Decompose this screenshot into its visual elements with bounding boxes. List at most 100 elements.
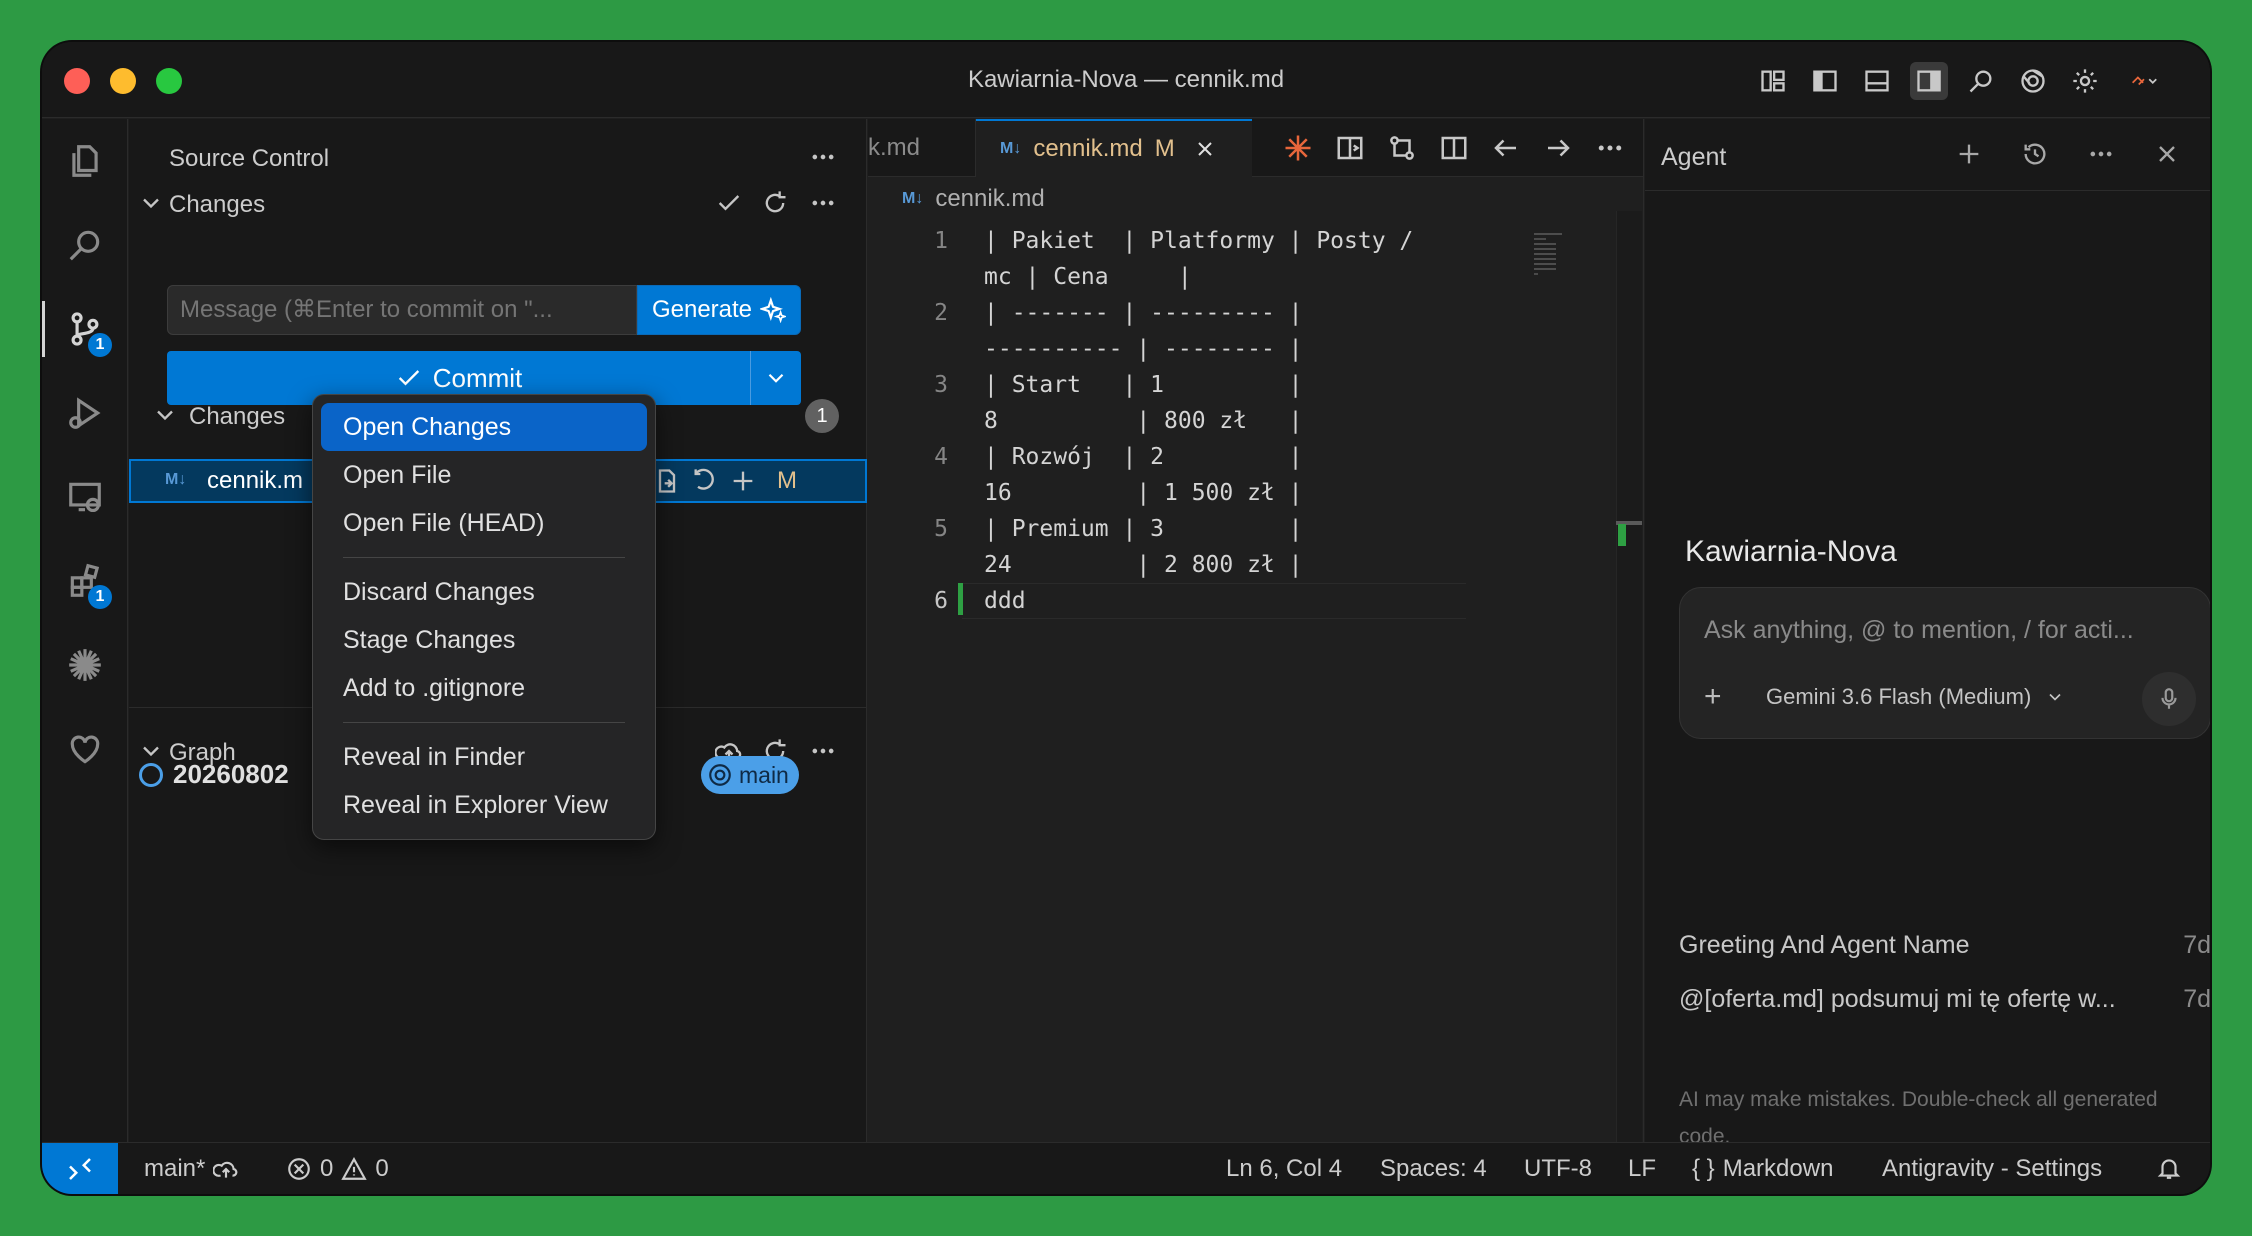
agent-input-box[interactable]: Ask anything, @ to mention, / for acti..… [1679, 587, 2210, 739]
breadcrumb-file[interactable]: cennik.md [935, 185, 1044, 213]
agent-header: Agent [1645, 119, 2210, 191]
add-context-plus-icon[interactable]: + [1704, 680, 1722, 714]
problems-indicator[interactable]: 0 0 [286, 1155, 389, 1183]
markdown-icon: M↓ [165, 471, 187, 488]
account-menu-icon[interactable] [2118, 62, 2170, 100]
tab-cennik-md[interactable]: M↓ cennik.md M [976, 119, 1252, 177]
sidebar-title: Source Control [169, 145, 330, 172]
chevron-down-icon[interactable] [133, 185, 169, 221]
menu-item-open-file-head[interactable]: Open File (HEAD) [321, 499, 647, 547]
language-mode[interactable]: { } Markdown [1692, 1155, 1833, 1183]
search-icon[interactable] [1962, 62, 2000, 100]
changes-group-label[interactable]: Changes [189, 403, 285, 431]
browser-icon[interactable] [2014, 62, 2052, 100]
stage-changes-icon[interactable] [725, 463, 761, 499]
more-actions-icon[interactable] [805, 139, 841, 175]
menu-separator [343, 557, 625, 558]
history-title: @[oferta.md] podsumuj mi tę ofertę w... [1679, 985, 2116, 1013]
close-icon[interactable] [1193, 137, 1217, 161]
microphone-icon [2161, 688, 2177, 709]
graph-more-icon[interactable] [805, 733, 841, 769]
history-item[interactable]: @[oferta.md] podsumuj mi tę ofertę w... … [1679, 985, 2210, 1014]
commit-check-icon[interactable] [711, 185, 747, 221]
commit-dropdown-button[interactable] [751, 351, 801, 405]
error-icon [288, 1158, 310, 1180]
error-count: 0 [320, 1155, 334, 1182]
open-preview-icon[interactable] [1331, 129, 1369, 167]
menu-item-stage-changes[interactable]: Stage Changes [321, 616, 647, 664]
sparkle-icon[interactable] [1279, 129, 1317, 167]
model-selector[interactable]: Gemini 3.6 Flash (Medium) [1766, 684, 2065, 710]
arrow-right-icon[interactable] [1539, 129, 1577, 167]
settings-gear-icon[interactable] [2066, 62, 2104, 100]
history-item[interactable]: Greeting And Agent Name 7d [1679, 931, 2210, 960]
microphone-button[interactable] [2142, 672, 2196, 726]
line-number: 3 [934, 372, 948, 398]
context-menu: Open Changes Open File Open File (HEAD) … [312, 394, 656, 840]
new-chat-plus-icon[interactable] [1950, 135, 1988, 173]
history-icon[interactable] [2016, 135, 2054, 173]
commit-label: Commit [432, 362, 523, 393]
commit-node-icon [139, 763, 163, 787]
language-label: Markdown [1722, 1155, 1834, 1182]
history-time: 7d [2183, 931, 2210, 959]
notifications-bell-icon[interactable] [2156, 1155, 2182, 1181]
changes-more-icon[interactable] [805, 185, 841, 221]
toggle-panel-icon[interactable] [1858, 62, 1896, 100]
agent-more-icon[interactable] [2082, 135, 2120, 173]
discard-changes-icon[interactable] [687, 463, 723, 499]
end-of-line[interactable]: LF [1628, 1155, 1656, 1183]
tab-previous-file[interactable]: k.md [868, 119, 976, 177]
sparkle-icon [760, 297, 787, 323]
more-actions-icon[interactable] [1591, 129, 1629, 167]
explorer-icon[interactable] [42, 119, 128, 203]
changes-count-badge: 1 [805, 399, 839, 433]
close-icon[interactable] [2148, 135, 2186, 173]
antigravity-settings[interactable]: Antigravity - Settings [1882, 1155, 2102, 1183]
editor-scrollbar[interactable] [1616, 211, 1642, 1142]
search-icon[interactable] [42, 203, 128, 287]
toggle-secondary-sidebar-icon[interactable] [1910, 62, 1948, 100]
open-changes-icon[interactable] [1383, 129, 1421, 167]
indentation[interactable]: Spaces: 4 [1380, 1155, 1487, 1183]
run-debug-icon[interactable] [42, 371, 128, 455]
heart-icon[interactable] [42, 707, 128, 791]
code-editor[interactable]: 1 | Pakiet | Platformy | Posty / mc | Cen… [868, 223, 1508, 619]
changes-group-chevron-icon[interactable] [147, 397, 183, 433]
toggle-primary-sidebar-icon[interactable] [1806, 62, 1844, 100]
generate-commit-message-button[interactable]: Generate [637, 285, 801, 335]
remote-explorer-icon[interactable] [42, 455, 128, 539]
source-control-icon[interactable]: 1 [42, 287, 128, 371]
menu-item-open-file[interactable]: Open File [321, 451, 647, 499]
extensions-icon[interactable]: 1 [42, 539, 128, 623]
sparkle-icon[interactable] [42, 623, 128, 707]
code-text-wrap: 24 | 2 800 zł | [984, 552, 1303, 578]
minimap[interactable] [1532, 231, 1576, 277]
changes-section-header[interactable]: Changes [169, 191, 265, 219]
remote-icon [69, 1158, 91, 1180]
menu-item-reveal-in-finder[interactable]: Reveal in Finder [321, 733, 647, 781]
split-editor-icon[interactable] [1435, 129, 1473, 167]
chevron-down-icon[interactable] [147, 299, 183, 335]
cursor-position[interactable]: Ln 6, Col 4 [1226, 1155, 1342, 1183]
arrow-left-icon[interactable] [1487, 129, 1525, 167]
activity-bar: 1 1 [42, 119, 128, 1142]
sync-cloud-icon [213, 1161, 238, 1178]
scrollbar-change-mark [1618, 524, 1626, 546]
menu-item-open-changes[interactable]: Open Changes [321, 403, 647, 451]
menu-item-add-to-gitignore[interactable]: Add to .gitignore [321, 664, 647, 712]
refresh-icon[interactable] [757, 185, 793, 221]
menu-item-discard-changes[interactable]: Discard Changes [321, 568, 647, 616]
commit-message-input[interactable] [167, 285, 637, 335]
customize-layout-icon[interactable] [1754, 62, 1792, 100]
agent-prompt-input[interactable]: Ask anything, @ to mention, / for acti..… [1704, 616, 2188, 645]
remote-indicator[interactable] [42, 1143, 118, 1194]
source-control-badge: 1 [88, 333, 112, 357]
tab-label: cennik.md [1033, 135, 1143, 162]
code-line: 2 | ------- | --------- | ---------- | --… [868, 295, 1508, 367]
branch-indicator[interactable]: main* [144, 1155, 239, 1183]
encoding[interactable]: UTF-8 [1524, 1155, 1592, 1183]
code-text: | Premium | 3 | [984, 516, 1303, 542]
menu-item-reveal-in-explorer[interactable]: Reveal in Explorer View [321, 781, 647, 829]
graph-commit-message[interactable]: 20260802 [173, 759, 289, 790]
